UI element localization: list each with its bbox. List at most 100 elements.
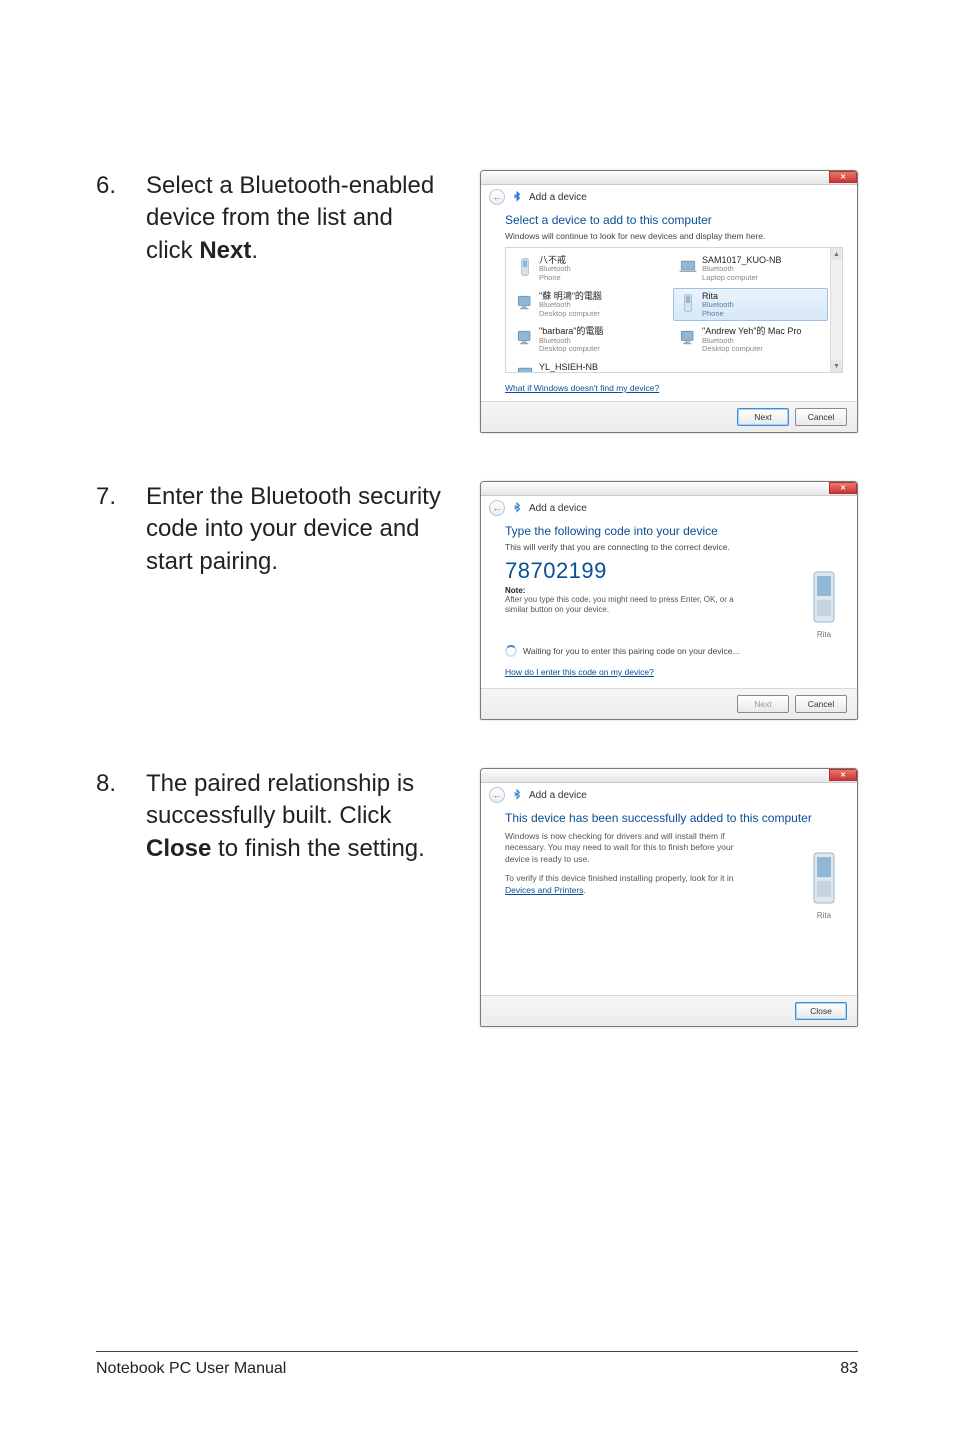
dialog-header: ← Add a device xyxy=(481,496,857,518)
page-footer: Notebook PC User Manual 83 xyxy=(96,1351,858,1378)
device-preview-label: Rita xyxy=(817,630,831,639)
phone-icon xyxy=(809,851,839,909)
device-item-text: "barbara"的電腦BluetoothDesktop computer xyxy=(539,326,603,354)
success-body-1: Windows is now checking for drivers and … xyxy=(505,831,755,865)
back-arrow-icon: ← xyxy=(493,503,502,513)
bluetooth-icon xyxy=(511,502,523,514)
add-device-dialog-select: ✕ ← Add a device Select a device to add … xyxy=(480,170,858,433)
step-6: 6. Select a Bluetooth-enabled device fro… xyxy=(96,170,858,433)
dialog-title: Type the following code into your device xyxy=(505,524,843,538)
dialog-footer: Close xyxy=(481,995,857,1026)
back-arrow-icon: ← xyxy=(493,790,502,800)
add-device-dialog-success: ✕ ← Add a device This device has been su… xyxy=(480,768,858,1027)
close-button[interactable]: ✕ xyxy=(829,171,857,183)
dialog-breadcrumb: Add a device xyxy=(529,503,587,514)
scrollbar[interactable]: ▲ ▼ xyxy=(830,248,842,372)
dialog-subtitle: This will verify that you are connecting… xyxy=(505,542,843,552)
step-text: The paired relationship is successfully … xyxy=(146,768,466,865)
help-link[interactable]: What if Windows doesn't find my device? xyxy=(505,383,659,393)
device-item-text: "蘇 明鴻"的電腦BluetoothDesktop computer xyxy=(539,291,602,319)
step6-text-a: Select a Bluetooth-enabled device from t… xyxy=(146,172,434,264)
waiting-text: Waiting for you to enter this pairing co… xyxy=(523,646,740,656)
desktop-icon xyxy=(678,326,698,350)
close-icon: ✕ xyxy=(840,174,846,181)
device-item-text: SAM1017_KUO-NBBluetoothLaptop computer xyxy=(702,255,782,283)
device-type-2: Desktop computer xyxy=(539,310,602,319)
dialog-header: ← Add a device xyxy=(481,185,857,207)
cancel-button[interactable]: Cancel xyxy=(795,408,847,426)
step-text: Select a Bluetooth-enabled device from t… xyxy=(146,170,466,267)
close-dialog-button[interactable]: Close xyxy=(795,1002,847,1020)
close-button[interactable]: ✕ xyxy=(829,482,857,494)
device-preview-label: Rita xyxy=(817,911,831,920)
desktop-icon xyxy=(515,326,535,350)
dialog-title: Select a device to add to this computer xyxy=(505,213,843,227)
scroll-down-button[interactable]: ▼ xyxy=(831,360,842,372)
note-label: Note: xyxy=(505,586,843,595)
step8-text-a: The paired relationship is successfully … xyxy=(146,770,414,829)
bluetooth-icon xyxy=(511,191,523,203)
step-number: 6. xyxy=(96,170,146,202)
device-item-text: 八不戒BluetoothPhone xyxy=(539,255,571,283)
device-item[interactable]: "Andrew Yeh"的 Mac ProBluetoothDesktop co… xyxy=(673,323,828,357)
success-body-2: To verify if this device finished instal… xyxy=(505,873,755,896)
desktop-icon xyxy=(515,291,535,315)
device-item[interactable]: SAM1017_KUO-NBBluetoothLaptop computer xyxy=(673,252,828,286)
dialog-header: ← Add a device xyxy=(481,783,857,805)
bluetooth-icon xyxy=(511,789,523,801)
device-type-2: Phone xyxy=(702,310,734,319)
close-button[interactable]: ✕ xyxy=(829,769,857,781)
device-list[interactable]: 八不戒BluetoothPhone SAM1017_KUO-NBBluetooth… xyxy=(505,247,843,373)
scroll-up-button[interactable]: ▲ xyxy=(831,248,842,260)
next-button[interactable]: Next xyxy=(737,695,789,713)
laptop-icon xyxy=(678,255,698,279)
device-name: "barbara"的電腦 xyxy=(539,326,603,336)
device-item[interactable]: "蘇 明鴻"的電腦BluetoothDesktop computer xyxy=(510,288,665,322)
close-icon: ✕ xyxy=(840,485,846,492)
add-device-dialog-code: ✕ ← Add a device Type the following code… xyxy=(480,481,858,720)
dialog-breadcrumb: Add a device xyxy=(529,192,587,203)
dialog-titlebar: ✕ xyxy=(481,171,857,185)
next-button[interactable]: Next xyxy=(737,408,789,426)
back-button[interactable]: ← xyxy=(489,189,505,205)
device-preview: Rita xyxy=(809,570,839,639)
step-number: 7. xyxy=(96,481,146,513)
device-item[interactable]: RitaBluetoothPhone xyxy=(673,288,828,322)
phone-icon xyxy=(515,255,535,279)
step8-bold: Close xyxy=(146,835,211,862)
dialog-title: This device has been successfully added … xyxy=(505,811,843,825)
success-body-2a: To verify if this device finished instal… xyxy=(505,873,734,883)
dialog-subtitle: Windows will continue to look for new de… xyxy=(505,231,843,241)
device-item[interactable]: 八不戒BluetoothPhone xyxy=(510,252,665,286)
dialog-footer: Next Cancel xyxy=(481,401,857,432)
phone-icon xyxy=(809,570,839,628)
device-item-text: "Andrew Yeh"的 Mac ProBluetoothDesktop co… xyxy=(702,326,801,354)
device-item-text: RitaBluetoothPhone xyxy=(702,291,734,319)
page-number: 83 xyxy=(840,1360,858,1378)
laptop-icon xyxy=(515,362,535,373)
cancel-button[interactable]: Cancel xyxy=(795,695,847,713)
spinner-icon xyxy=(505,645,517,657)
device-type-2: Laptop computer xyxy=(702,274,782,283)
back-button[interactable]: ← xyxy=(489,500,505,516)
device-type-2: Phone xyxy=(539,274,571,283)
note-text: After you type this code, you might need… xyxy=(505,595,735,615)
phone-icon xyxy=(678,291,698,315)
footer-title: Notebook PC User Manual xyxy=(96,1360,286,1378)
device-type-2: Desktop computer xyxy=(702,345,801,354)
device-item[interactable]: "barbara"的電腦BluetoothDesktop computer xyxy=(510,323,665,357)
back-button[interactable]: ← xyxy=(489,787,505,803)
device-preview: Rita xyxy=(809,851,839,920)
back-arrow-icon: ← xyxy=(493,192,502,202)
step-number: 8. xyxy=(96,768,146,800)
devices-and-printers-link[interactable]: Devices and Printers xyxy=(505,885,583,895)
success-body-2c: . xyxy=(583,885,585,895)
step-text: Enter the Bluetooth security code into y… xyxy=(146,481,466,578)
device-item[interactable]: YL_HSIEH-NBBluetooth xyxy=(510,359,665,373)
device-type-1: Bluetooth xyxy=(539,372,598,373)
step-7: 7. Enter the Bluetooth security code int… xyxy=(96,481,858,720)
device-item-text: YL_HSIEH-NBBluetooth xyxy=(539,362,598,373)
device-type-2: Desktop computer xyxy=(539,345,603,354)
help-link[interactable]: How do I enter this code on my device? xyxy=(505,667,654,677)
step6-bold: Next xyxy=(199,237,251,264)
